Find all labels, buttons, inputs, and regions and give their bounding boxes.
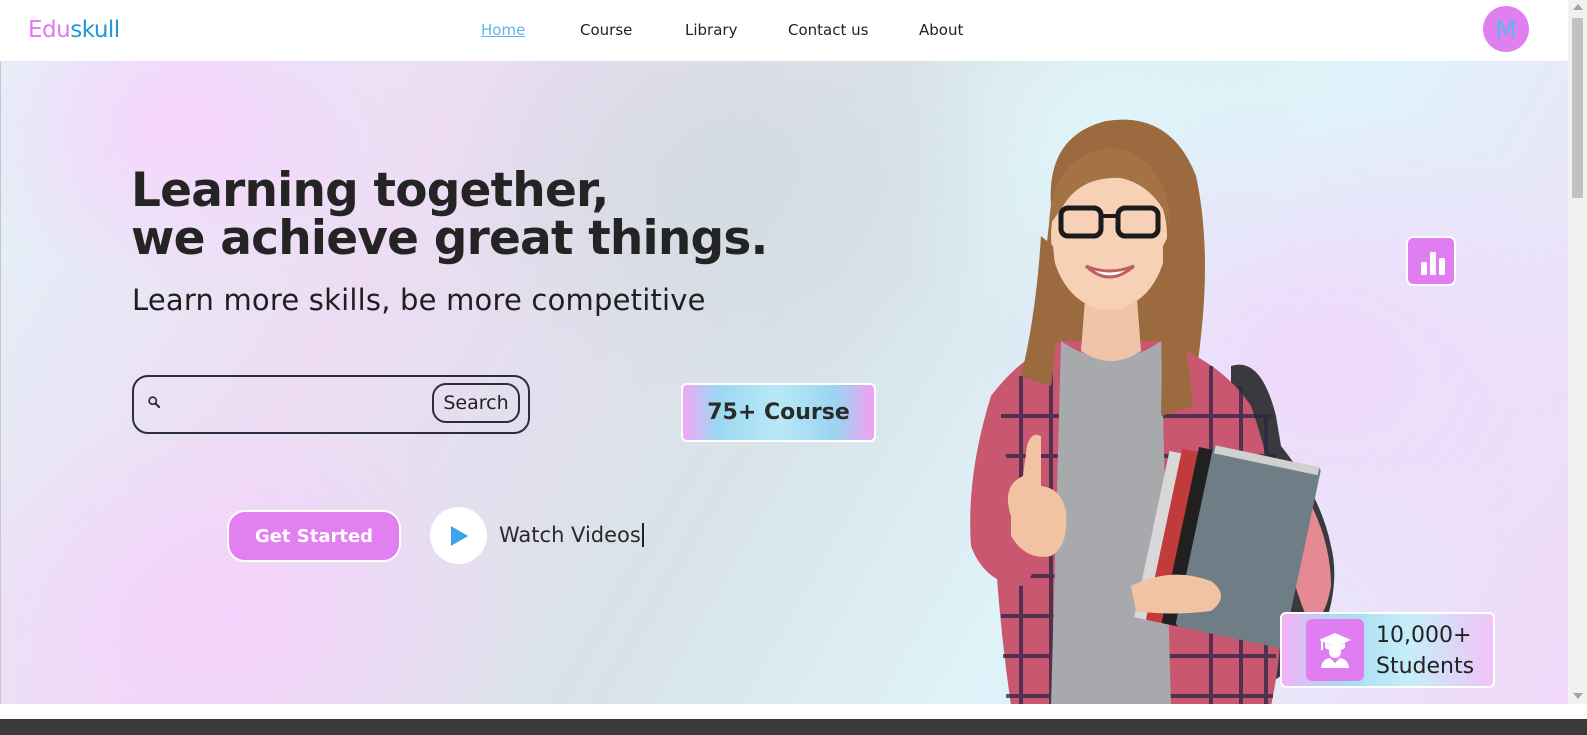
brand-logo-part-edu: Edu: [28, 17, 71, 43]
vertical-scrollbar[interactable]: [1568, 0, 1587, 704]
scrollbar-thumb[interactable]: [1572, 18, 1583, 198]
students-label: Students: [1376, 654, 1475, 679]
nav-link-contact[interactable]: Contact us: [788, 21, 868, 39]
bottom-strip: [0, 719, 1587, 735]
get-started-button[interactable]: Get Started: [227, 510, 401, 562]
bar-chart-icon: [1421, 252, 1445, 275]
search-icon: [148, 396, 160, 408]
search-input[interactable]: [174, 387, 428, 423]
search-bar: Search: [132, 375, 530, 434]
top-navbar: Eduskull Home Course Library Contact us …: [0, 0, 1568, 61]
hero-section: Learning together, we achieve great thin…: [1, 61, 1568, 704]
brand-logo-part-skull: skull: [70, 17, 120, 43]
nav-link-about[interactable]: About: [919, 21, 963, 39]
nav-link-library[interactable]: Library: [685, 21, 737, 39]
scroll-up-arrow-icon[interactable]: [1573, 4, 1583, 10]
search-button[interactable]: Search: [432, 383, 520, 423]
user-avatar[interactable]: M: [1483, 6, 1529, 52]
watch-videos-play-button[interactable]: [430, 507, 487, 564]
hero-title: Learning together, we achieve great thin…: [131, 167, 768, 263]
students-count: 10,000+: [1376, 623, 1472, 648]
hero-subtitle: Learn more skills, be more competitive: [132, 283, 706, 317]
nav-link-course[interactable]: Course: [580, 21, 632, 39]
scroll-down-arrow-icon[interactable]: [1573, 693, 1583, 699]
stats-badge: [1406, 236, 1456, 286]
hero-title-line-1: Learning together,: [131, 163, 609, 218]
students-count-card: 10,000+ Students: [1280, 612, 1495, 688]
brand-logo[interactable]: Eduskull: [28, 17, 120, 43]
play-icon: [451, 526, 468, 546]
students-icon-box: [1306, 619, 1364, 681]
graduate-icon: [1319, 633, 1351, 668]
course-count-badge: 75+ Course: [681, 383, 876, 442]
hero-title-line-2: we achieve great things.: [131, 211, 768, 266]
watch-videos-link[interactable]: Watch Videos: [499, 523, 644, 547]
nav-link-home[interactable]: Home: [481, 21, 525, 39]
